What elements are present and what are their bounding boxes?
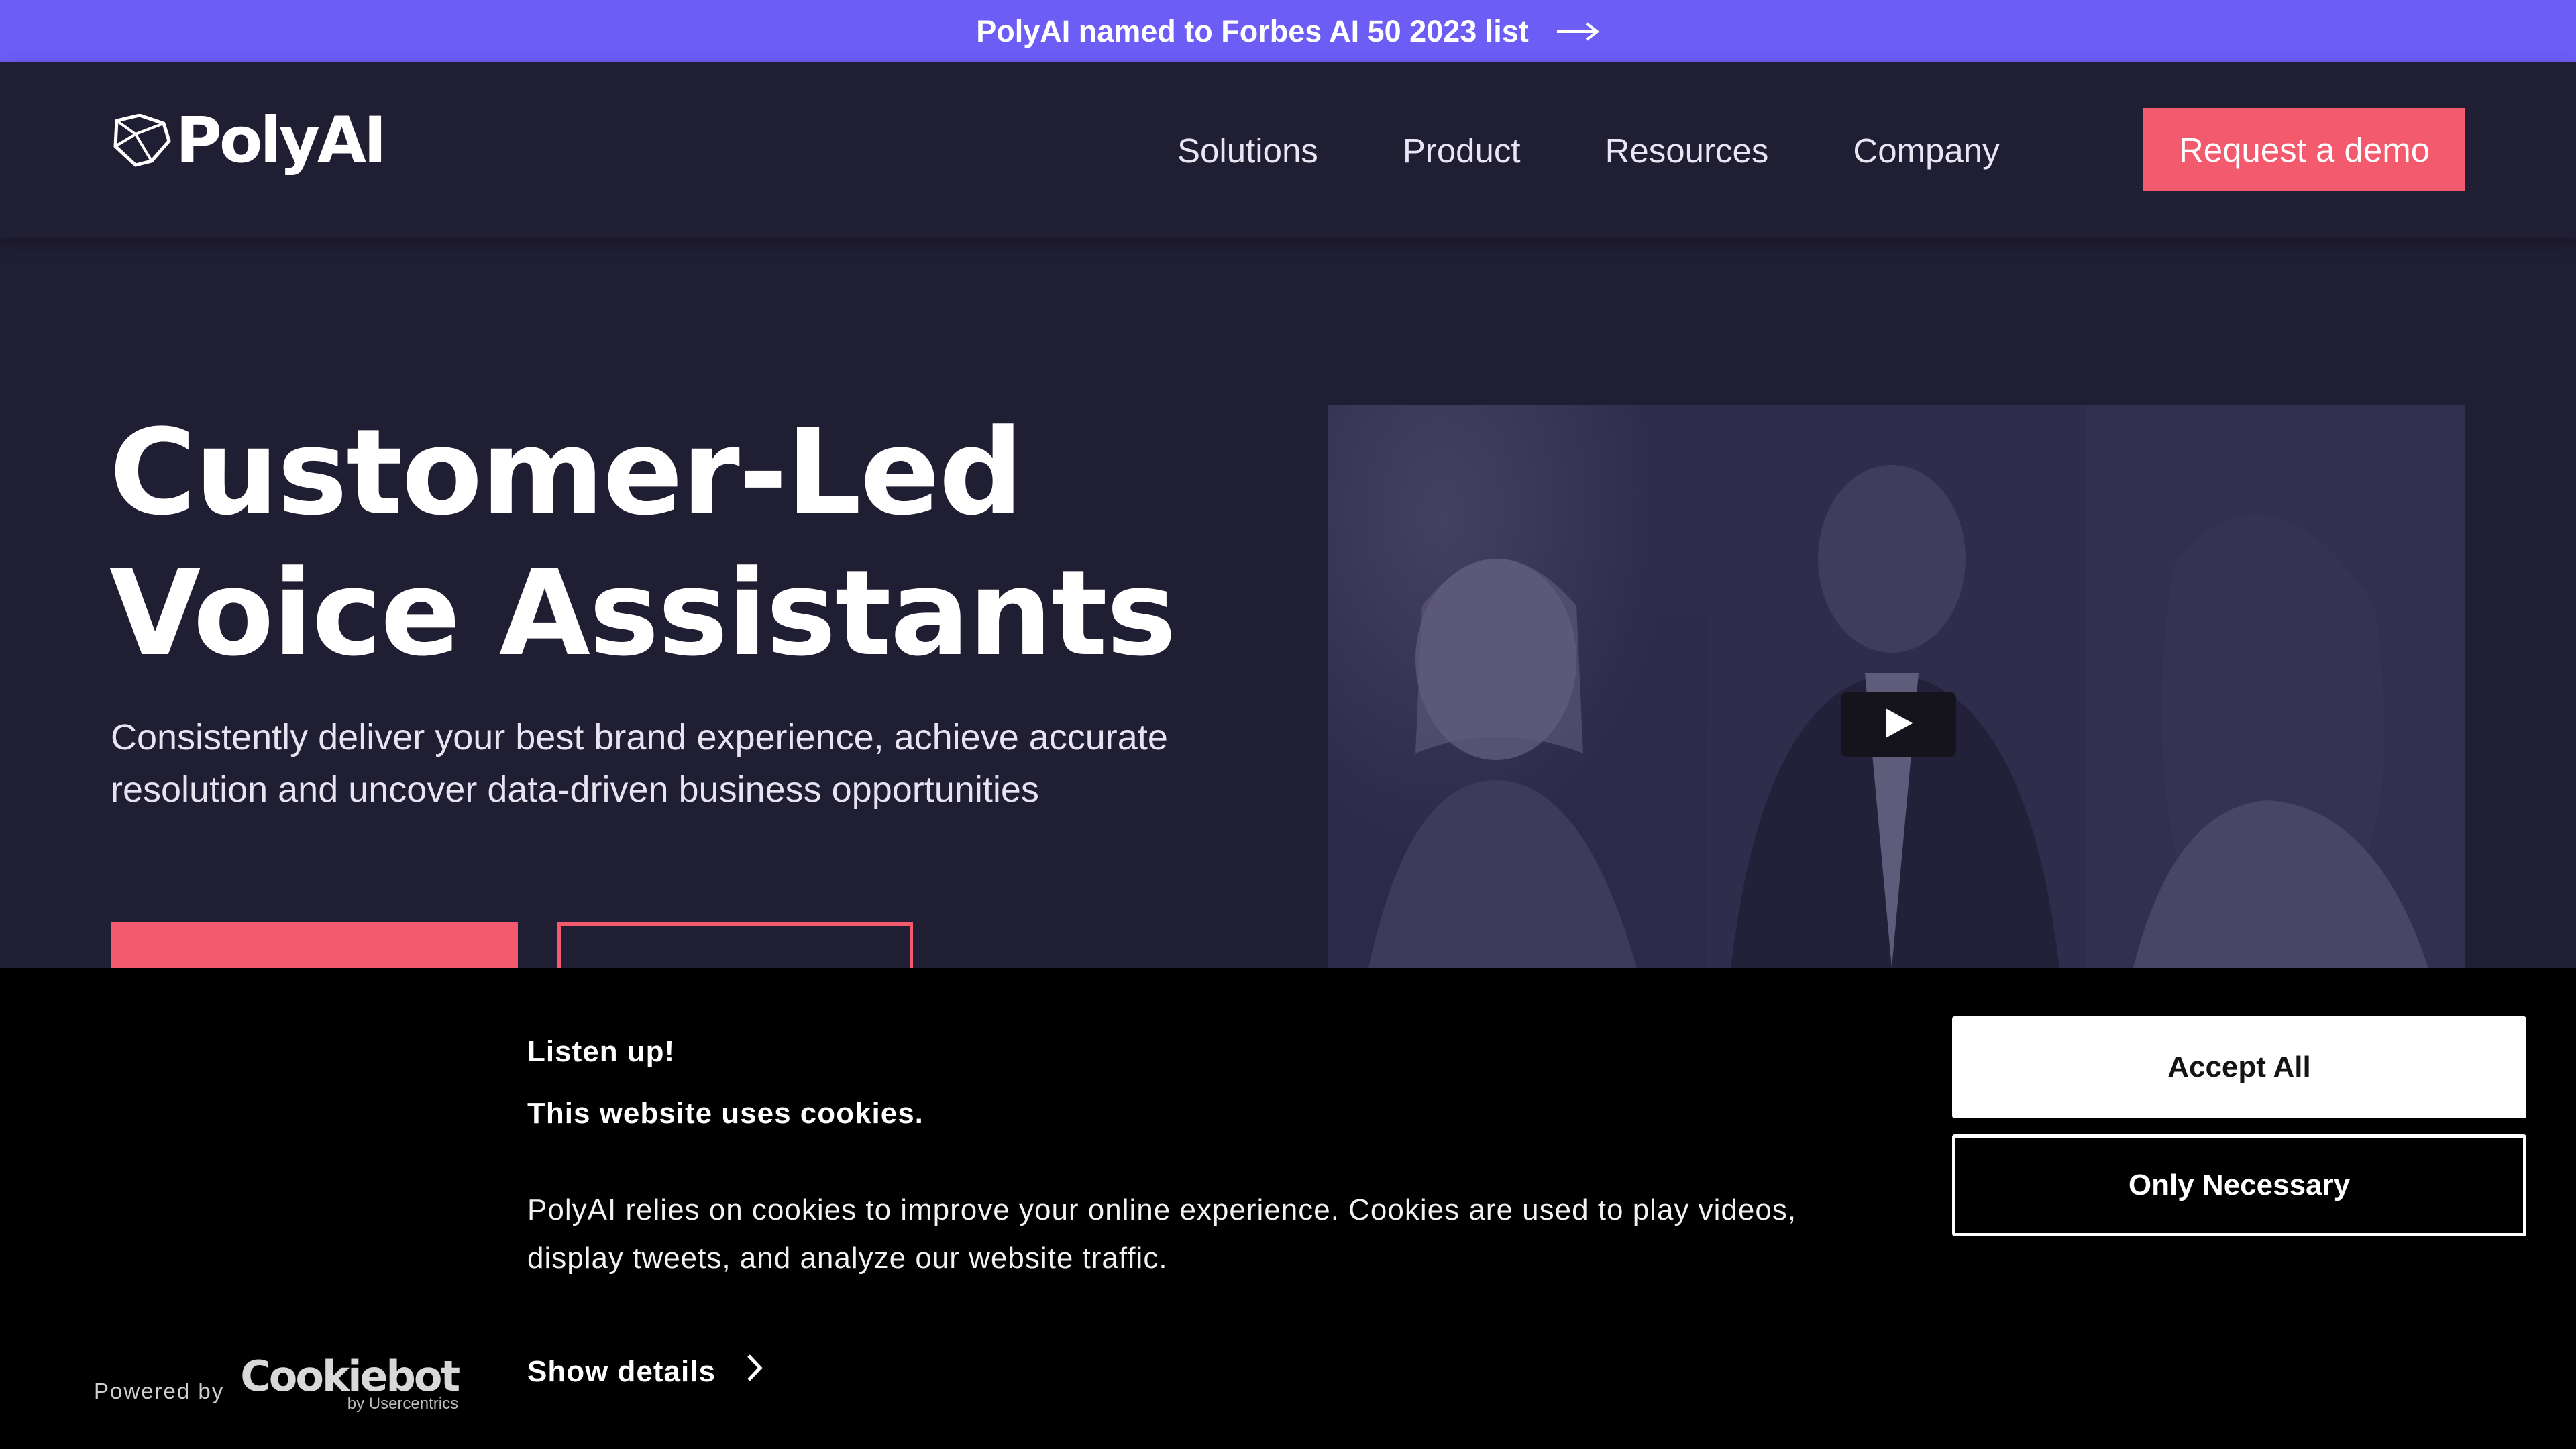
show-details-link[interactable]: Show details [527,1354,763,1389]
nav-resources[interactable]: Resources [1605,131,1769,170]
nav-company[interactable]: Company [1853,131,1999,170]
cookie-body-text: PolyAI relies on cookies to improve your… [527,1193,1797,1275]
accept-all-button[interactable]: Accept All [1952,1016,2526,1118]
cookiebot-credit[interactable]: Powered by Cookiebot by Usercentrics [94,1352,460,1413]
cookie-heading: Listen up! [527,1035,676,1068]
nav-solutions[interactable]: Solutions [1177,131,1318,170]
powered-by-label: Powered by [94,1379,225,1403]
logo-text: PolyAI [176,104,387,177]
site-header: PolyAI Solutions Product Resources Compa… [0,62,2576,238]
hero-primary-button[interactable] [111,922,518,969]
announcement-bar[interactable]: PolyAI named to Forbes AI 50 2023 list [0,0,2576,62]
polyai-logo-icon [109,113,173,172]
arrow-right-icon [1556,21,1600,42]
cookie-subheading: This website uses cookies. [527,1097,924,1130]
only-necessary-button[interactable]: Only Necessary [1952,1134,2526,1236]
request-demo-button[interactable]: Request a demo [2143,108,2465,191]
announcement-text[interactable]: PolyAI named to Forbes AI 50 2023 list [976,14,1529,49]
cookiebot-wordmark: Cookiebot [240,1352,460,1401]
cookiebot-logo: Cookiebot by Usercentrics [240,1352,460,1413]
play-button[interactable] [1841,692,1956,757]
hero-subtitle: Consistently deliver your best brand exp… [111,717,1168,810]
hero-title-line-2: Voice Assistants [109,545,1177,682]
hero-secondary-button[interactable] [557,922,913,969]
show-details-label: Show details [527,1354,716,1388]
hero-title: Customer-Led Voice Assistants [109,402,1177,684]
hero-title-line-1: Customer-Led [109,404,1023,541]
main-nav: Solutions Product Resources Company [1177,62,2000,238]
chevron-right-icon [747,1354,763,1389]
cookie-banner: Listen up! This website uses cookies. Po… [0,968,2576,1449]
video-thumbnail-image [1328,405,2465,968]
polyai-logo[interactable]: PolyAI [109,104,387,177]
nav-product[interactable]: Product [1403,131,1521,170]
hero-video[interactable] [1328,405,2465,968]
play-icon [1883,707,1914,743]
